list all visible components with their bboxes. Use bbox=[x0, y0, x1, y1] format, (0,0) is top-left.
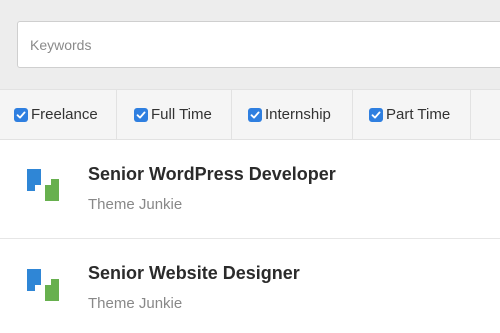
company-name: Theme Junkie bbox=[88, 295, 183, 312]
job-type-filter-bar: Freelance Full Time Internship Part Time bbox=[0, 89, 500, 140]
filter-internship[interactable]: Internship bbox=[232, 90, 353, 139]
filter-freelance[interactable]: Freelance bbox=[0, 90, 117, 139]
checkbox-checked-icon[interactable] bbox=[369, 107, 383, 122]
job-title[interactable]: Senior WordPress Developer bbox=[88, 164, 336, 185]
filter-label: Freelance bbox=[31, 106, 98, 123]
company-name: Theme Junkie bbox=[88, 196, 183, 213]
job-listing[interactable]: Senior Website Designer Theme Junkie bbox=[0, 240, 500, 333]
filter-label: Internship bbox=[265, 106, 331, 123]
filter-full-time[interactable]: Full Time bbox=[117, 90, 232, 139]
filter-label: Part Time bbox=[386, 106, 451, 123]
job-title[interactable]: Senior Website Designer bbox=[88, 263, 300, 284]
job-listing[interactable]: Senior WordPress Developer Theme Junkie bbox=[0, 140, 500, 239]
search-area bbox=[0, 0, 500, 89]
checkbox-checked-icon[interactable] bbox=[14, 107, 28, 122]
keywords-search-input[interactable] bbox=[17, 21, 500, 68]
checkbox-checked-icon[interactable] bbox=[134, 107, 148, 122]
filter-label: Full Time bbox=[151, 106, 212, 123]
checkbox-checked-icon[interactable] bbox=[248, 107, 262, 122]
theme-junkie-logo-icon bbox=[27, 269, 59, 301]
theme-junkie-logo-icon bbox=[27, 169, 59, 201]
filter-part-time[interactable]: Part Time bbox=[353, 90, 471, 139]
